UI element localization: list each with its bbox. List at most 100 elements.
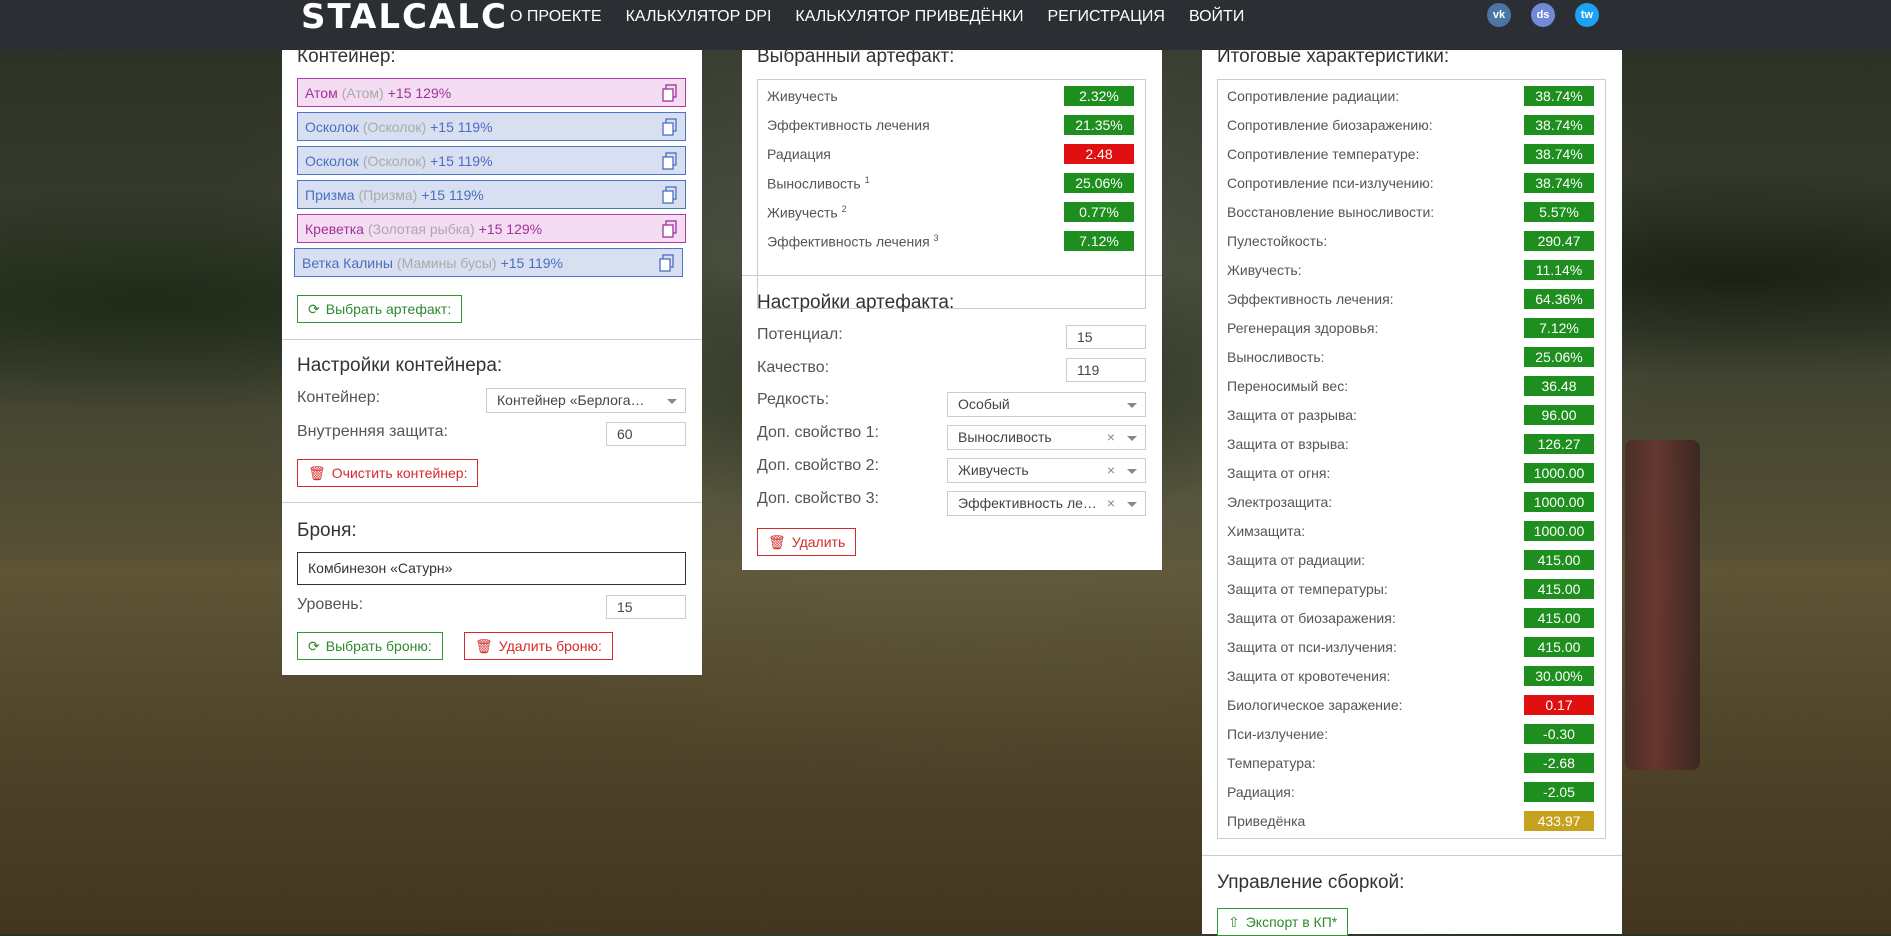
rarity-select[interactable]: Особый [947,392,1146,417]
container-title: Контейнер: [297,46,396,67]
stat-row: Восстановление выносливости: 5.57% [1218,200,1605,224]
copy-icon[interactable] [659,254,675,272]
container-artifact-item[interactable]: Ветка Калины (Мамины бусы) +15 119% [294,248,683,277]
potential-input[interactable]: 15 [1066,325,1146,349]
rarity-label: Редкость: [757,391,830,408]
clear-icon[interactable]: × [1107,426,1115,449]
armor-field[interactable]: Комбинезон «Сатурн» [297,552,686,585]
artifact-subname: (Призма) [358,186,418,203]
divider [742,275,1162,276]
stat-label: Эффективность лечения [767,117,930,133]
clear-icon[interactable]: × [1107,492,1115,515]
left-panel: Контейнер: Атом (Атом) +15 129% Осколок (Оск… [282,46,702,675]
stat-row: Сопротивление температуре: 38.74% [1218,142,1605,166]
refresh-icon: ⟳ [308,300,320,317]
stat-row: Защита от радиации: 415.00 [1218,548,1605,572]
stat-row: Регенерация здоровья: 7.12% [1218,316,1605,340]
stat-value-badge: 0.77% [1064,202,1134,222]
stat-label: Переносимый вес: [1227,378,1349,394]
armor-level-input[interactable]: 15 [606,595,686,619]
artifact-subname: (Мамины бусы) [396,254,497,271]
stat-value-badge: -2.05 [1524,782,1594,802]
nav-link-reduced-calculator[interactable]: КАЛЬКУЛЯТОР ПРИВЕДЁНКИ [795,8,1023,26]
stat-label: Живучесть [767,88,838,104]
twitter-icon[interactable]: tw [1575,3,1599,27]
stat-value-badge: 30.00% [1524,666,1594,686]
container-artifact-item[interactable]: Атом (Атом) +15 129% [297,78,686,107]
prop2-select[interactable]: Живучесть × [947,458,1146,483]
stat-value-badge: 11.14% [1524,260,1594,280]
stat-value-badge: -2.68 [1524,753,1594,773]
container-select-value: Контейнер «Берлога… [497,392,645,408]
site-logo[interactable]: STALCALC [301,0,508,34]
stat-row: Живучесть: 11.14% [1218,258,1605,282]
container-select[interactable]: Контейнер «Берлога… [486,388,686,413]
delete-armor-button[interactable]: 🗑 Удалить броню: [464,632,613,660]
stat-value-badge: 64.36% [1524,289,1594,309]
stat-value-badge: 38.74% [1524,144,1594,164]
container-artifact-item[interactable]: Осколок (Осколок) +15 119% [297,146,686,175]
stat-value-badge: 36.48 [1524,376,1594,396]
copy-icon[interactable] [662,84,678,102]
trash-icon: 🗑 [308,464,326,481]
copy-icon[interactable] [662,220,678,238]
stat-label: Химзащита: [1227,523,1306,539]
stat-label: Защита от биозаражения: [1227,610,1396,626]
copy-icon[interactable] [662,118,678,136]
stat-value-badge: 415.00 [1524,550,1594,570]
chevron-down-icon [1127,436,1137,441]
stat-row: Радиация 2.48 [758,142,1145,166]
nav-link-login[interactable]: ВОЙТИ [1189,8,1244,26]
prop1-select[interactable]: Выносливость × [947,425,1146,450]
stat-label: Электрозащита: [1227,494,1333,510]
clear-icon[interactable]: × [1107,459,1115,482]
stat-value-badge: 415.00 [1524,637,1594,657]
nav-link-about[interactable]: О ПРОЕКТЕ [510,8,602,26]
upload-icon: ⇧ [1228,913,1240,930]
stat-value-badge: 1000.00 [1524,492,1594,512]
stat-row: Радиация: -2.05 [1218,780,1605,804]
stat-label: Приведёнка [1227,813,1306,829]
stat-value-badge: 5.57% [1524,202,1594,222]
stat-value-badge: 415.00 [1524,579,1594,599]
divider [1202,855,1622,856]
stat-row: Сопротивление радиации: 38.74% [1218,84,1605,108]
divider [282,339,702,340]
select-artifact-button[interactable]: ⟳ Выбрать артефакт: [297,295,463,323]
inner-protection-input[interactable]: 60 [606,422,686,446]
totals-title: Итоговые характеристики: [1217,46,1450,67]
stat-value-badge: 1000.00 [1524,521,1594,541]
export-button[interactable]: ⇧ Экспорт в КП* [1217,908,1349,936]
artifact-name: Атом [305,84,338,101]
select-armor-button[interactable]: ⟳ Выбрать броню: [297,632,443,660]
stat-label: Защита от взрыва: [1227,436,1349,452]
artifact-name: Ветка Калины [302,254,393,271]
quality-input[interactable]: 119 [1066,358,1146,382]
stat-label: Выносливость 1 [767,175,870,192]
stat-value-badge: 38.74% [1524,115,1594,135]
right-panel: Итоговые характеристики: Сопротивление р… [1202,46,1622,936]
clear-container-button[interactable]: 🗑 Очистить контейнер: [297,459,479,487]
copy-icon[interactable] [662,186,678,204]
chevron-down-icon [1127,502,1137,507]
container-artifact-item[interactable]: Креветка (Золотая рыбка) +15 129% [297,214,686,243]
delete-artifact-button[interactable]: 🗑 Удалить [757,528,857,556]
stat-label: Эффективность лечения: [1227,291,1394,307]
prop3-select[interactable]: Эффективность ле… × [947,491,1146,516]
stat-label: Радиация [767,146,831,162]
container-artifact-item[interactable]: Призма (Призма) +15 119% [297,180,686,209]
container-artifact-item[interactable]: Осколок (Осколок) +15 119% [297,112,686,141]
prop2-select-value: Живучесть [958,462,1029,478]
stat-row: Химзащита: 1000.00 [1218,519,1605,543]
artifact-value: +15 119% [430,118,493,135]
copy-icon[interactable] [662,152,678,170]
stat-value-badge: 433.97 [1524,811,1594,831]
discord-icon[interactable]: ds [1531,3,1555,27]
vk-icon[interactable]: vk [1487,3,1511,27]
nav-link-register[interactable]: РЕГИСТРАЦИЯ [1047,8,1164,26]
artifact-value: +15 119% [500,254,563,271]
nav-link-dpi-calculator[interactable]: КАЛЬКУЛЯТОР DPI [626,8,772,26]
stat-value-badge: 2.32% [1064,86,1134,106]
stat-label: Выносливость: [1227,349,1325,365]
stat-label: Живучесть 2 [767,204,847,221]
